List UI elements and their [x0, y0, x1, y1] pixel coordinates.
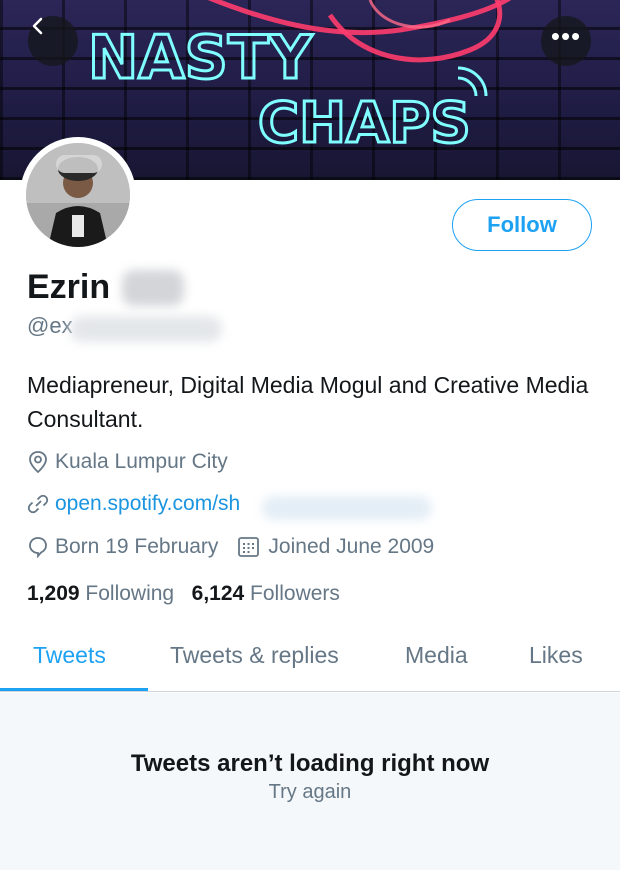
followers-label: Followers — [250, 582, 340, 605]
profile-name: Ezrin — [27, 268, 111, 306]
avatar[interactable] — [20, 137, 136, 253]
back-arrow-icon — [32, 17, 43, 35]
website-link[interactable]: open.spotify.com/sh — [55, 492, 240, 516]
tab-tweets-replies[interactable]: Tweets & replies — [170, 642, 339, 669]
try-again-button[interactable]: Try again — [0, 781, 620, 804]
following-link[interactable]: 1,209 Following — [27, 582, 174, 605]
more-button[interactable]: ••• — [541, 16, 591, 66]
location-text: Kuala Lumpur City — [55, 450, 228, 473]
birthday-icon — [29, 537, 47, 559]
neon-line-1: NASTY — [88, 23, 314, 93]
redacted-url — [262, 496, 432, 520]
location-icon — [29, 451, 47, 474]
redacted-name — [122, 270, 184, 306]
website-row[interactable]: open.spotify.com/sh — [27, 492, 240, 516]
tab-tweets[interactable]: Tweets — [33, 642, 106, 669]
profile-tabs: Tweets Tweets & replies Media Likes — [0, 630, 620, 692]
profile-bio: Mediapreneur, Digital Media Mogul and Cr… — [27, 372, 589, 432]
redacted-handle — [70, 316, 222, 342]
following-count: 1,209 — [27, 582, 80, 605]
more-icon: ••• — [550, 21, 582, 51]
birthday-text: Born 19 February — [55, 535, 219, 558]
calendar-icon — [238, 537, 260, 557]
follow-counts: 1,209 Following 6,124 Followers — [27, 582, 340, 606]
profile-handle: @ex — [27, 313, 73, 338]
dates-row: Born 19 February Joined June 2009 — [27, 535, 434, 559]
following-label: Following — [85, 582, 175, 605]
followers-link[interactable]: 6,124 Followers — [192, 582, 340, 605]
error-message: Tweets aren’t loading right now — [130, 750, 490, 777]
tab-media[interactable]: Media — [405, 642, 468, 669]
tab-likes[interactable]: Likes — [529, 642, 583, 669]
location-row: Kuala Lumpur City — [27, 450, 228, 474]
active-tab-indicator — [0, 688, 148, 691]
tweets-feed: Tweets aren’t loading right now Try agai… — [0, 693, 620, 870]
link-icon — [27, 494, 49, 514]
joined-text: Joined June 2009 — [268, 535, 435, 558]
back-button[interactable] — [28, 16, 78, 66]
followers-count: 6,124 — [191, 582, 245, 605]
avatar-photo — [26, 143, 130, 247]
neon-line-2: CHAPS — [258, 91, 471, 156]
follow-button[interactable]: Follow — [452, 199, 592, 251]
